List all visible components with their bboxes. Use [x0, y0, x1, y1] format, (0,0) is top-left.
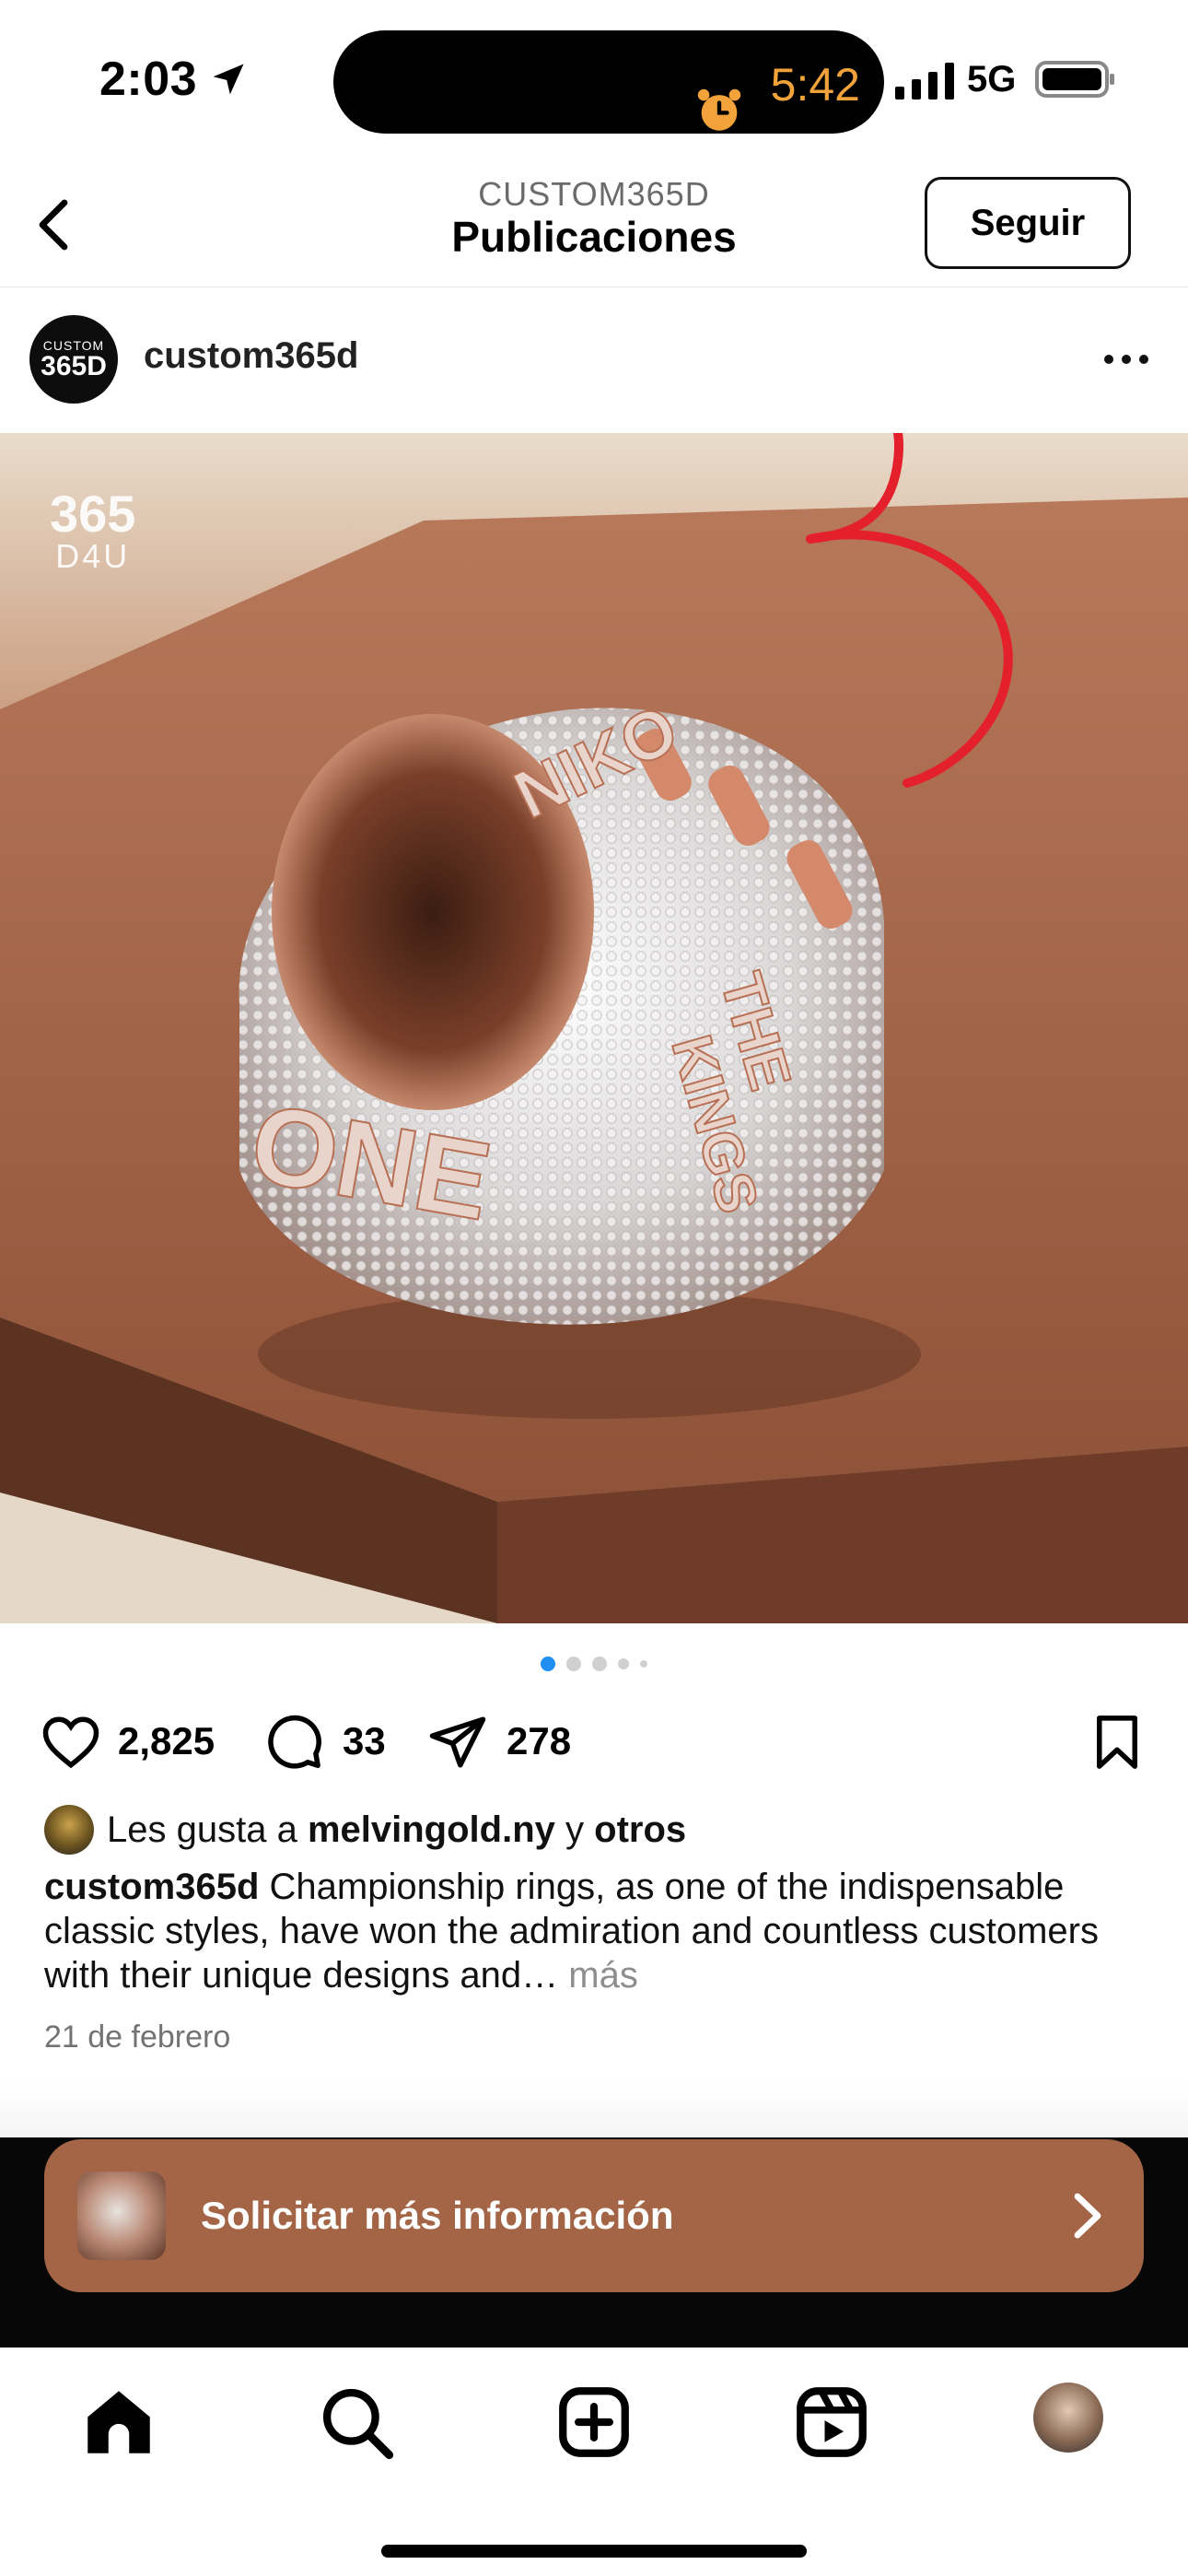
timer-readout: 5:42	[770, 59, 860, 111]
brand-watermark: 365 D4U	[50, 488, 135, 573]
post-caption[interactable]: custom365d Championship rings, as one of…	[44, 1865, 1149, 1997]
network-label: 5G	[967, 59, 1017, 100]
dynamic-island[interactable]: 5:42	[333, 30, 884, 134]
liked-by-prefix: Les gusta a	[107, 1809, 297, 1850]
top-navigation: CUSTOM365D Publicaciones Seguir	[0, 157, 1188, 287]
bottom-tab-bar	[0, 2348, 1188, 2576]
comments-count[interactable]: 33	[343, 1719, 386, 1763]
carousel-indicator	[0, 1655, 1188, 1673]
follow-button[interactable]: Seguir	[925, 177, 1131, 269]
liker-avatar	[44, 1805, 94, 1855]
share-icon[interactable]	[425, 1712, 490, 1773]
watermark-number: 365	[50, 485, 136, 543]
signal-icon	[895, 63, 954, 100]
battery-icon	[1035, 61, 1114, 98]
liked-by-user[interactable]: melvingold.ny	[308, 1809, 555, 1851]
carousel-dot-1	[541, 1657, 555, 1671]
liked-by-others[interactable]: otros	[594, 1809, 686, 1851]
watermark-letters: D4U	[55, 537, 131, 575]
home-indicator[interactable]	[381, 2545, 807, 2558]
bookmark-icon[interactable]	[1085, 1712, 1149, 1773]
heart-icon[interactable]	[39, 1712, 103, 1773]
likes-count[interactable]: 2,825	[118, 1719, 215, 1763]
caption-more-link[interactable]: más	[568, 1955, 638, 1996]
ring-photo: NIKO THE KINGS ONE	[0, 433, 1188, 1623]
carousel-dot-4	[618, 1658, 629, 1669]
location-arrow-icon	[213, 64, 244, 95]
shares-count[interactable]: 278	[507, 1719, 571, 1763]
comment-icon[interactable]	[262, 1712, 326, 1773]
alarm-icon	[697, 88, 741, 131]
reels-icon[interactable]	[790, 2381, 873, 2464]
home-icon[interactable]	[77, 2381, 160, 2464]
liked-by-line[interactable]: Les gusta a melvingold.ny y otros	[44, 1804, 686, 1856]
carousel-dot-2	[566, 1657, 581, 1671]
author-avatar[interactable]: CUSTOM 365D	[29, 315, 118, 404]
avatar-logo-main-text: 365D	[41, 351, 107, 381]
more-options-icon[interactable]	[1101, 352, 1151, 367]
more-info-label: Solicitar más información	[201, 2194, 674, 2237]
profile-avatar[interactable]	[1033, 2383, 1103, 2453]
post-actions: 2,825 33 278	[0, 1704, 1188, 1778]
status-bar: 2:03 5:42 5G	[0, 0, 1188, 157]
liked-by-joiner: y	[565, 1809, 585, 1850]
carousel-dot-3	[592, 1657, 607, 1671]
chevron-right-icon	[1074, 2193, 1101, 2239]
status-time: 2:03	[99, 53, 198, 106]
caption-username[interactable]: custom365d	[44, 1867, 259, 1907]
post-header: CUSTOM 365D custom365d	[0, 287, 1188, 435]
post-image[interactable]: NIKO THE KINGS ONE 365 D4U	[0, 433, 1188, 1623]
search-icon[interactable]	[315, 2381, 398, 2464]
more-info-banner[interactable]: Solicitar más información	[44, 2139, 1144, 2292]
product-thumbnail	[77, 2172, 166, 2260]
carousel-dot-5	[640, 1660, 647, 1668]
create-icon[interactable]	[553, 2381, 635, 2464]
post-username[interactable]: custom365d	[144, 335, 358, 377]
feed-separator	[0, 2082, 1188, 2137]
post-date: 21 de febrero	[44, 2020, 231, 2055]
